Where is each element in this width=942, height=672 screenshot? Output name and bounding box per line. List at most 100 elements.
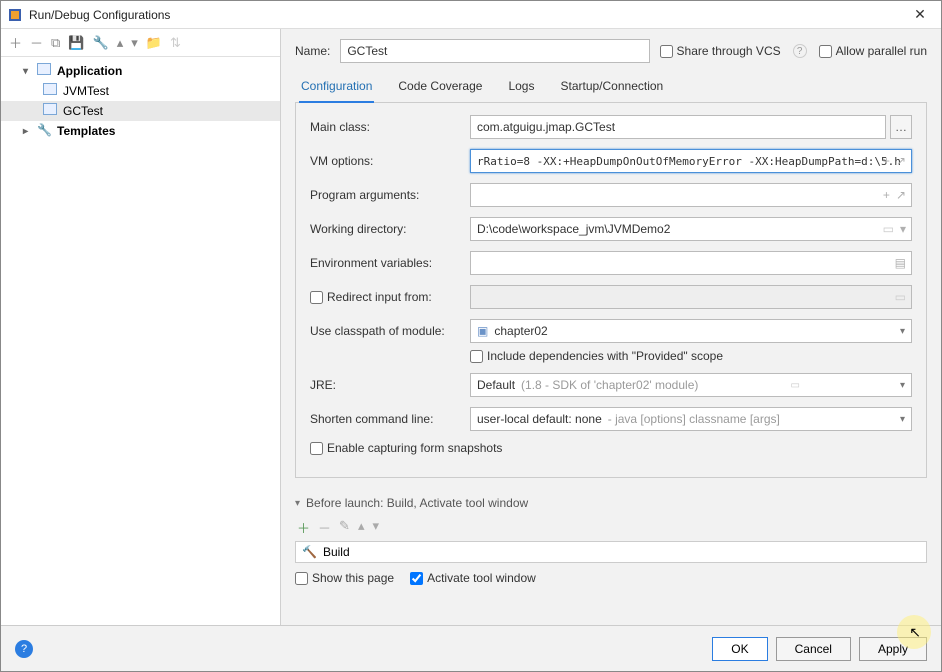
redirect-input-checkbox[interactable]: Redirect input from:	[310, 290, 470, 304]
shorten-value: user-local default: none	[477, 412, 602, 426]
save-icon[interactable]: 💾	[68, 35, 84, 51]
field-shorten-cmdline: Shorten command line: user-local default…	[310, 407, 912, 431]
help-icon[interactable]: ?	[793, 44, 807, 58]
include-deps-input[interactable]	[470, 350, 483, 363]
show-page-input[interactable]	[295, 572, 308, 585]
run-config-icon	[43, 103, 59, 119]
sort-icon[interactable]: ⇅	[170, 35, 181, 51]
history-icon[interactable]: +	[883, 154, 890, 168]
dropdown-icon[interactable]: ▾	[900, 222, 906, 236]
before-launch-header[interactable]: ▾ Before launch: Build, Activate tool wi…	[295, 496, 927, 510]
caret-right-icon: ▸	[23, 126, 37, 137]
tab-bar: Configuration Code Coverage Logs Startup…	[295, 73, 927, 103]
copy-icon[interactable]: ⧉	[51, 35, 60, 51]
main-panel: Name: Share through VCS ? Allow parallel…	[281, 29, 941, 625]
chevron-down-icon: ▾	[900, 414, 905, 425]
field-use-classpath: Use classpath of module: ▣ chapter02 ▾	[310, 319, 912, 343]
jre-label: JRE:	[310, 378, 470, 392]
field-redirect-input: Redirect input from: ▭	[310, 285, 912, 309]
share-vcs-label: Share through VCS	[677, 44, 781, 58]
folder-icon[interactable]: ▭	[883, 222, 894, 236]
down-icon[interactable]: ▾	[131, 35, 138, 51]
history-icon[interactable]: +	[883, 188, 890, 202]
folder-icon: ▭	[790, 380, 799, 391]
tree-node-templates[interactable]: ▸ 🔧 Templates	[1, 121, 280, 141]
tab-logs[interactable]: Logs	[506, 73, 536, 102]
expand-icon[interactable]: ↗	[896, 188, 906, 202]
remove-icon[interactable]: －	[318, 518, 331, 537]
remove-icon[interactable]: －	[30, 33, 43, 52]
folder-icon: ▭	[895, 290, 906, 304]
edit-icon[interactable]: ✎	[339, 518, 350, 537]
tree-node-gctest[interactable]: GCTest	[1, 101, 280, 121]
jre-hint: (1.8 - SDK of 'chapter02' module)	[521, 378, 698, 392]
chevron-down-icon: ▾	[900, 326, 905, 337]
redirect-input-check[interactable]	[310, 291, 323, 304]
shorten-hint: - java [options] classname [args]	[608, 412, 780, 426]
field-main-class: Main class: …	[310, 115, 912, 139]
tab-startup-connection[interactable]: Startup/Connection	[558, 73, 665, 102]
run-config-icon	[43, 83, 59, 99]
parallel-label: Allow parallel run	[836, 44, 927, 58]
chevron-down-icon: ▾	[900, 380, 905, 391]
show-page-checkbox[interactable]: Show this page	[295, 571, 394, 585]
tab-code-coverage[interactable]: Code Coverage	[396, 73, 484, 102]
classpath-select[interactable]: ▣ chapter02 ▾	[470, 319, 912, 343]
titlebar: Run/Debug Configurations ✕	[1, 1, 941, 29]
snapshots-checkbox[interactable]: Enable capturing form snapshots	[310, 441, 502, 455]
vm-options-label: VM options:	[310, 154, 470, 168]
field-program-arguments: Program arguments: + ↗	[310, 183, 912, 207]
before-launch-options: Show this page Activate tool window	[295, 571, 927, 585]
jre-select[interactable]: Default (1.8 - SDK of 'chapter02' module…	[470, 373, 912, 397]
snapshots-label: Enable capturing form snapshots	[327, 441, 502, 455]
program-args-input[interactable]	[470, 183, 912, 207]
wrench-icon[interactable]: 🔧	[93, 35, 109, 51]
main-class-input[interactable]	[470, 115, 886, 139]
field-enable-snapshots: Enable capturing form snapshots	[310, 441, 912, 455]
include-deps-checkbox[interactable]: Include dependencies with "Provided" sco…	[470, 349, 723, 363]
tree-node-application[interactable]: ▾ Application	[1, 61, 280, 81]
name-row: Name: Share through VCS ? Allow parallel…	[295, 39, 927, 63]
snapshots-input[interactable]	[310, 442, 323, 455]
env-vars-input[interactable]	[470, 251, 912, 275]
shorten-select[interactable]: user-local default: none - java [options…	[470, 407, 912, 431]
list-icon[interactable]: ▤	[895, 256, 906, 270]
apply-button[interactable]: Apply	[859, 637, 927, 661]
redirect-input-label: Redirect input from:	[327, 290, 432, 304]
folder-new-icon[interactable]: 📁	[146, 35, 162, 51]
help-button[interactable]: ?	[15, 640, 33, 658]
down-icon[interactable]: ▾	[372, 518, 379, 537]
add-icon[interactable]: ＋	[9, 33, 22, 52]
program-args-label: Program arguments:	[310, 188, 470, 202]
redirect-input-path	[470, 285, 912, 309]
tab-configuration[interactable]: Configuration	[299, 73, 374, 103]
parallel-checkbox[interactable]: Allow parallel run	[819, 44, 927, 58]
name-input[interactable]	[340, 39, 649, 63]
activate-tool-label: Activate tool window	[427, 571, 536, 585]
share-vcs-input[interactable]	[660, 45, 673, 58]
tree-node-jvmtest[interactable]: JVMTest	[1, 81, 280, 101]
activate-tool-checkbox[interactable]: Activate tool window	[410, 571, 536, 585]
up-icon[interactable]: ▴	[117, 35, 124, 51]
include-deps-label: Include dependencies with "Provided" sco…	[487, 349, 723, 363]
ok-button[interactable]: OK	[712, 637, 767, 661]
cancel-button[interactable]: Cancel	[776, 637, 851, 661]
before-launch-item[interactable]: 🔨 Build	[296, 542, 926, 562]
classpath-label: Use classpath of module:	[310, 324, 470, 338]
config-tree: ▾ Application JVMTest GCTest ▸ 🔧 Templat…	[1, 57, 280, 625]
add-icon[interactable]: ＋	[297, 518, 310, 537]
close-icon[interactable]: ✕	[905, 6, 935, 23]
sidebar: ＋ － ⧉ 💾 🔧 ▴ ▾ 📁 ⇅ ▾ Application JVMTest	[1, 29, 281, 625]
expand-icon[interactable]: ↗	[896, 154, 906, 168]
share-vcs-checkbox[interactable]: Share through VCS	[660, 44, 781, 58]
before-launch-list: 🔨 Build	[295, 541, 927, 563]
classpath-value: chapter02	[494, 324, 547, 338]
activate-tool-input[interactable]	[410, 572, 423, 585]
browse-class-button[interactable]: …	[890, 115, 912, 139]
parallel-input[interactable]	[819, 45, 832, 58]
working-dir-input[interactable]	[470, 217, 912, 241]
vm-options-input[interactable]	[470, 149, 912, 173]
before-launch-title: Before launch: Build, Activate tool wind…	[306, 496, 528, 510]
up-icon[interactable]: ▴	[358, 518, 365, 537]
caret-down-icon: ▾	[295, 498, 300, 509]
